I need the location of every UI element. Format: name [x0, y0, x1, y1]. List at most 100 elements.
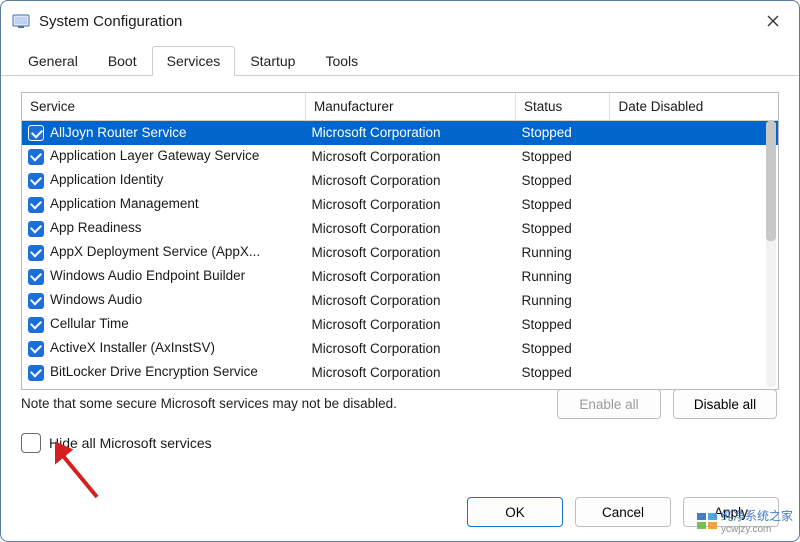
- status-cell: Stopped: [515, 169, 609, 193]
- row-checkbox[interactable]: [28, 125, 44, 141]
- manufacturer-cell: Microsoft Corporation: [306, 289, 516, 313]
- tab-general[interactable]: General: [13, 46, 93, 76]
- table-row[interactable]: BitLocker Drive Encryption Service Micros…: [22, 361, 778, 385]
- titlebar: System Configuration: [1, 1, 799, 41]
- close-icon[interactable]: [753, 6, 793, 36]
- table-row[interactable]: ActiveX Installer (AxInstSV) Microsoft Co…: [22, 337, 778, 361]
- window-title: System Configuration: [39, 13, 753, 30]
- row-checkbox[interactable]: [28, 221, 44, 237]
- row-checkbox[interactable]: [28, 317, 44, 333]
- manufacturer-cell: Microsoft Corporation: [306, 241, 516, 265]
- table-row[interactable]: Cellular TimeMicrosoft CorporationStoppe…: [22, 313, 778, 337]
- watermark-text: 纯净系统之家: [721, 507, 793, 524]
- date-disabled-cell: [610, 313, 778, 337]
- date-disabled-cell: [610, 217, 778, 241]
- status-cell: Stopped: [515, 121, 609, 145]
- table-row[interactable]: Base Filtering Engine Microsoft Corporati…: [22, 385, 778, 391]
- cancel-button[interactable]: Cancel: [575, 497, 671, 527]
- manufacturer-cell: Microsoft Corporation: [306, 361, 516, 385]
- date-disabled-cell: [610, 289, 778, 313]
- col-header-status[interactable]: Status: [515, 93, 609, 121]
- manufacturer-cell: Microsoft Corporation: [306, 385, 516, 391]
- status-cell: Running: [515, 289, 609, 313]
- service-name: Base Filtering Engine: [50, 388, 178, 390]
- manufacturer-cell: Microsoft Corporation: [306, 313, 516, 337]
- service-name: Application Identity: [50, 172, 163, 187]
- date-disabled-cell: [610, 193, 778, 217]
- row-checkbox[interactable]: [28, 149, 44, 165]
- manufacturer-cell: Microsoft Corporation: [306, 145, 516, 169]
- service-name: Application Layer Gateway Service: [50, 148, 259, 163]
- manufacturer-cell: Microsoft Corporation: [306, 193, 516, 217]
- status-cell: Stopped: [515, 145, 609, 169]
- service-name: Windows Audio Endpoint Builder: [50, 268, 245, 283]
- system-configuration-window: System Configuration General Boot Servic…: [0, 0, 800, 542]
- table-row[interactable]: AllJoyn Router Service Microsoft Corporat…: [22, 121, 778, 145]
- col-header-service[interactable]: Service: [22, 93, 306, 121]
- table-row[interactable]: Application Layer Gateway Service Microso…: [22, 145, 778, 169]
- date-disabled-cell: [610, 385, 778, 391]
- col-header-date-disabled[interactable]: Date Disabled: [610, 93, 778, 121]
- row-checkbox[interactable]: [28, 341, 44, 357]
- tab-tools[interactable]: Tools: [310, 46, 373, 76]
- watermark-url: ycwjzy.com: [721, 524, 793, 535]
- status-cell: Stopped: [515, 337, 609, 361]
- manufacturer-cell: Microsoft Corporation: [306, 169, 516, 193]
- row-checkbox[interactable]: [28, 197, 44, 213]
- row-checkbox[interactable]: [28, 389, 44, 390]
- status-cell: Stopped: [515, 217, 609, 241]
- table-row[interactable]: Windows Audio Endpoint Builder Microsoft …: [22, 265, 778, 289]
- tab-content: Service Manufacturer Status Date Disable…: [1, 76, 799, 463]
- table-row[interactable]: Application Management Microsoft Corporat…: [22, 193, 778, 217]
- date-disabled-cell: [610, 241, 778, 265]
- watermark-logo-icon: [697, 513, 717, 529]
- hide-services-row: Hide all Microsoft services: [21, 433, 779, 453]
- service-name: Windows Audio: [50, 292, 142, 307]
- service-name: BitLocker Drive Encryption Service: [50, 364, 258, 379]
- table-row[interactable]: Application Identity Microsoft Corporatio…: [22, 169, 778, 193]
- status-cell: Stopped: [515, 193, 609, 217]
- date-disabled-cell: [610, 265, 778, 289]
- date-disabled-cell: [610, 361, 778, 385]
- manufacturer-cell: Microsoft Corporation: [306, 121, 516, 145]
- status-cell: Running: [515, 385, 609, 391]
- status-cell: Running: [515, 241, 609, 265]
- tab-boot[interactable]: Boot: [93, 46, 152, 76]
- status-cell: Running: [515, 265, 609, 289]
- date-disabled-cell: [610, 121, 778, 145]
- service-name: Cellular Time: [50, 316, 129, 331]
- ok-button[interactable]: OK: [467, 497, 563, 527]
- service-name: ActiveX Installer (AxInstSV): [50, 340, 215, 355]
- manufacturer-cell: Microsoft Corporation: [306, 337, 516, 361]
- service-name: App Readiness: [50, 220, 142, 235]
- services-table: Service Manufacturer Status Date Disable…: [22, 93, 778, 390]
- row-checkbox[interactable]: [28, 173, 44, 189]
- manufacturer-cell: Microsoft Corporation: [306, 265, 516, 289]
- tabs: General Boot Services Startup Tools: [1, 45, 799, 76]
- tab-startup[interactable]: Startup: [235, 46, 310, 76]
- disable-all-button[interactable]: Disable all: [673, 389, 777, 419]
- scrollbar-thumb[interactable]: [766, 121, 776, 241]
- manufacturer-cell: Microsoft Corporation: [306, 217, 516, 241]
- date-disabled-cell: [610, 337, 778, 361]
- service-name: AllJoyn Router Service: [50, 125, 187, 140]
- table-row[interactable]: Windows Audio Microsoft CorporationRunnin…: [22, 289, 778, 313]
- services-table-wrap: Service Manufacturer Status Date Disable…: [21, 92, 779, 390]
- row-checkbox[interactable]: [28, 365, 44, 381]
- status-cell: Stopped: [515, 361, 609, 385]
- service-name: AppX Deployment Service (AppX...: [50, 244, 260, 259]
- date-disabled-cell: [610, 169, 778, 193]
- hide-microsoft-label: Hide all Microsoft services: [49, 435, 212, 451]
- col-header-manufacturer[interactable]: Manufacturer: [306, 93, 516, 121]
- hide-microsoft-checkbox[interactable]: [21, 433, 41, 453]
- table-row[interactable]: AppX Deployment Service (AppX... Microsof…: [22, 241, 778, 265]
- table-row[interactable]: App Readiness Microsoft CorporationStoppe…: [22, 217, 778, 241]
- row-checkbox[interactable]: [28, 245, 44, 261]
- service-name: Application Management: [50, 196, 199, 211]
- row-checkbox[interactable]: [28, 269, 44, 285]
- row-checkbox[interactable]: [28, 293, 44, 309]
- scrollbar[interactable]: [766, 121, 776, 387]
- enable-all-button[interactable]: Enable all: [557, 389, 661, 419]
- tab-services[interactable]: Services: [152, 46, 236, 76]
- watermark: 纯净系统之家 ycwjzy.com: [697, 507, 793, 535]
